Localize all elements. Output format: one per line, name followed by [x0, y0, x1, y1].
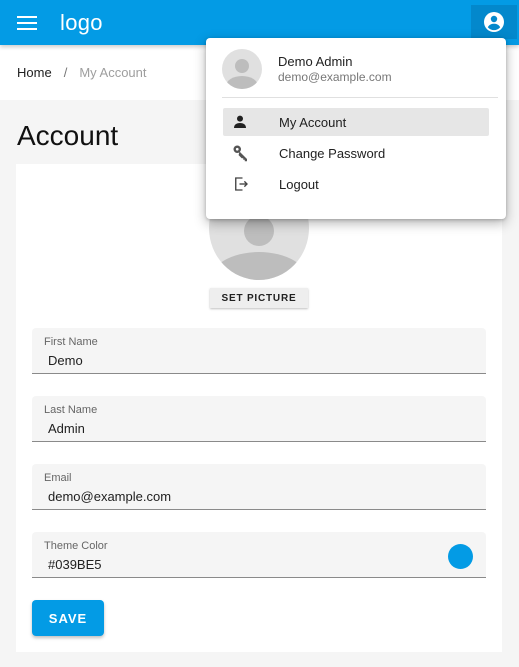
email-label: Email [44, 472, 72, 484]
email-value[interactable]: demo@example.com [48, 489, 171, 504]
key-icon [223, 144, 259, 162]
account-card: SET PICTURE First Name Demo Last Name Ad… [16, 164, 502, 652]
last-name-label: Last Name [44, 404, 98, 416]
logo[interactable]: logo [60, 10, 103, 36]
dropdown-user-name: Demo Admin [278, 54, 353, 69]
menu-item-label: My Account [279, 114, 347, 130]
dropdown-avatar [222, 49, 262, 89]
first-name-value[interactable]: Demo [48, 353, 83, 368]
menu-item-change-password[interactable]: Change Password [223, 139, 489, 167]
logout-icon [223, 175, 259, 193]
dropdown-user-email: demo@example.com [278, 70, 392, 84]
account-circle-icon [484, 12, 504, 32]
dropdown-divider [222, 97, 498, 98]
theme-color-field[interactable]: Theme Color #039BE5 [32, 532, 486, 578]
page-title: Account [17, 120, 119, 151]
breadcrumb-current: My Account [79, 65, 147, 80]
color-swatch[interactable] [448, 544, 473, 569]
save-button[interactable]: SAVE [32, 600, 104, 636]
account-dropdown-menu: Demo Admin demo@example.com My Account C… [206, 38, 506, 219]
theme-color-label: Theme Color [44, 540, 108, 552]
email-field[interactable]: Email demo@example.com [32, 464, 486, 510]
last-name-value[interactable]: Admin [48, 421, 85, 436]
menu-item-label: Logout [279, 176, 319, 192]
person-icon [223, 114, 259, 130]
last-name-field[interactable]: Last Name Admin [32, 396, 486, 442]
menu-item-my-account[interactable]: My Account [223, 108, 489, 136]
set-picture-button[interactable]: SET PICTURE [210, 288, 308, 308]
menu-item-label: Change Password [279, 145, 386, 161]
account-menu-button[interactable] [471, 5, 517, 39]
menu-item-logout[interactable]: Logout [223, 170, 489, 198]
menu-icon[interactable] [17, 11, 41, 35]
breadcrumb-separator: / [63, 65, 68, 80]
first-name-field[interactable]: First Name Demo [32, 328, 486, 374]
theme-color-value[interactable]: #039BE5 [48, 557, 102, 572]
breadcrumb-home-link[interactable]: Home [17, 65, 52, 80]
first-name-label: First Name [44, 336, 98, 348]
